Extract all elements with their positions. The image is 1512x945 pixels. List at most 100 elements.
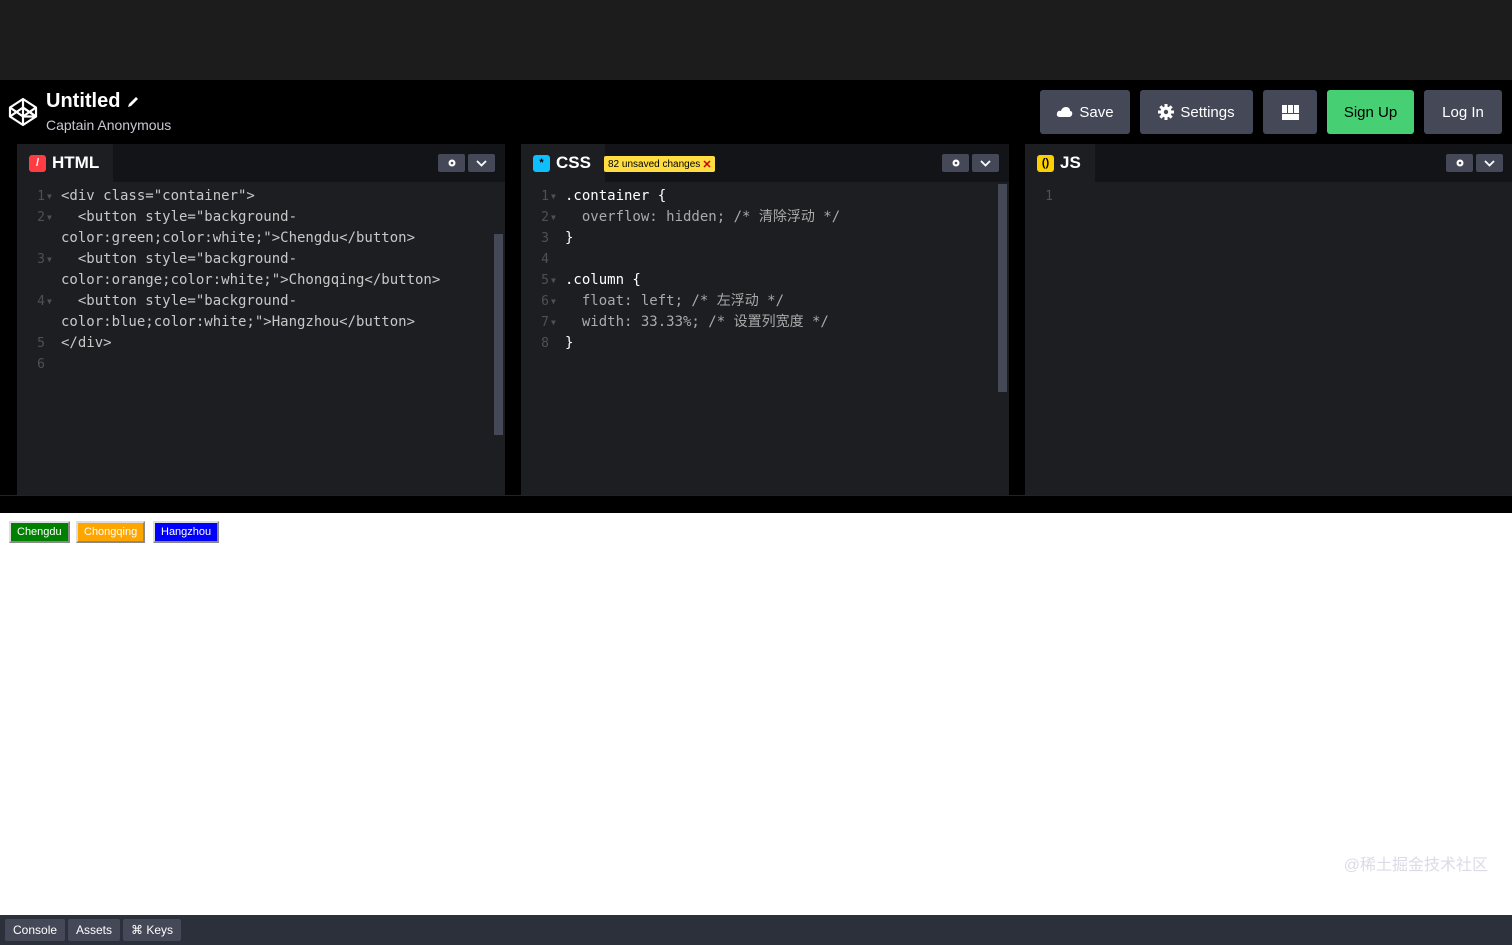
js-panel-header: () JS: [1025, 144, 1512, 182]
js-panel-label: JS: [1060, 153, 1081, 172]
css-panel-label: CSS: [556, 153, 591, 172]
code-line: 2 ▼ overflow: hidden; /* 清除浮动 */: [521, 207, 1009, 228]
log-in-button[interactable]: Log In: [1424, 90, 1502, 134]
close-icon[interactable]: [703, 160, 711, 168]
pen-title[interactable]: Untitled: [46, 90, 140, 113]
keys-button[interactable]: ⌘ Keys: [123, 919, 182, 941]
html-scrollbar[interactable]: [494, 234, 503, 435]
line-number: 3: [37, 252, 45, 267]
fold-arrow-icon[interactable]: ▼: [47, 207, 52, 228]
css-code-editor[interactable]: 1 ▼ .container { 2 ▼ overflow: hidden; /* 清…: [521, 186, 1009, 354]
code-line: 3 ▼ <button style="background-: [17, 249, 505, 270]
line-number: 5: [541, 273, 549, 288]
gear-icon: [952, 159, 959, 167]
js-collapse-button[interactable]: [1476, 154, 1503, 172]
css-scrollbar[interactable]: [998, 184, 1007, 392]
js-settings-button[interactable]: [1446, 154, 1473, 172]
code-text: <button style="background-: [61, 293, 298, 309]
line-number: 4: [37, 294, 45, 309]
browser-top-band: [0, 0, 1512, 80]
result-preview: Chengdu Chongqing Hangzhou @稀土掘金技术社区: [0, 513, 1512, 915]
js-code-editor[interactable]: 1: [1025, 186, 1512, 207]
save-button-label: Save: [1079, 103, 1114, 121]
line-number: 5: [37, 336, 45, 351]
code-line: 5 </div>: [17, 333, 505, 354]
code-line: 7 ▼ width: 33.33%; /* 设置列宽度 */: [521, 312, 1009, 333]
fold-arrow-icon[interactable]: ▼: [551, 291, 556, 312]
code-line: color:green;color:white;">Chengdu</butto…: [17, 228, 505, 249]
preview-button-chengdu[interactable]: Chengdu: [9, 521, 70, 543]
code-text: .container {: [565, 188, 667, 204]
codepen-logo-icon[interactable]: [8, 97, 38, 127]
html-collapse-button[interactable]: [468, 154, 495, 172]
line-number: 4: [541, 252, 549, 267]
css-asterisk-icon: *: [533, 154, 550, 172]
assets-button[interactable]: Assets: [68, 919, 121, 941]
css-panel-tab[interactable]: * CSS: [521, 144, 605, 182]
fold-arrow-icon[interactable]: ▼: [551, 186, 556, 207]
html-panel-header: / HTML: [17, 144, 505, 182]
line-number: 8: [541, 336, 549, 351]
preview-button-chongqing[interactable]: Chongqing: [76, 521, 146, 543]
app-header: Untitled Captain Anonymous Save Settings…: [0, 80, 1512, 144]
preview-resize-bar[interactable]: [0, 495, 1512, 513]
css-collapse-button[interactable]: [972, 154, 999, 172]
pen-title-text: Untitled: [46, 90, 121, 112]
code-text: </div>: [61, 335, 112, 351]
sign-up-button[interactable]: Sign Up: [1327, 90, 1414, 134]
cloud-icon: [1057, 107, 1073, 117]
code-line: 5 ▼ .column {: [521, 270, 1009, 291]
code-text: .column {: [565, 272, 641, 288]
chevron-down-icon: [1484, 159, 1495, 167]
fold-arrow-icon[interactable]: ▼: [47, 186, 52, 207]
change-view-button[interactable]: [1263, 90, 1317, 134]
preview-button-hangzhou[interactable]: Hangzhou: [153, 521, 220, 543]
html-code-editor[interactable]: 1 ▼ <div class="container"> 2 ▼ <button sty…: [17, 186, 505, 375]
code-text: width: 33.33%; /* 设置列宽度 */: [565, 314, 829, 330]
code-text: <div class="container">: [61, 188, 255, 204]
code-text: <button style="background-: [61, 209, 298, 225]
code-text: <button style="background-: [61, 251, 298, 267]
code-line: color:orange;color:white;">Chongqing</bu…: [17, 270, 505, 291]
code-text: }: [565, 230, 574, 246]
code-line: 4: [521, 249, 1009, 270]
editor-panels: / HTML 1 ▼ <div class="container"> 2 ▼ <but…: [0, 144, 1512, 495]
code-text: float: left; /* 左浮动 */: [565, 293, 785, 309]
line-number: 7: [541, 315, 549, 330]
chevron-down-icon: [980, 159, 991, 167]
line-number: 2: [541, 210, 549, 225]
line-number: 6: [541, 294, 549, 309]
code-text: color:orange;color:white;">Chongqing</bu…: [61, 272, 441, 288]
code-line: 2 ▼ <button style="background-: [17, 207, 505, 228]
js-braces-icon: (): [1037, 154, 1054, 172]
html-panel-label: HTML: [52, 153, 100, 172]
unsaved-changes-badge[interactable]: 82 unsaved changes: [604, 156, 716, 172]
html-panel-tab[interactable]: / HTML: [17, 144, 114, 182]
fold-arrow-icon[interactable]: ▼: [551, 207, 556, 228]
fold-arrow-icon[interactable]: ▼: [551, 270, 556, 291]
fold-arrow-icon[interactable]: ▼: [551, 312, 556, 333]
layout-grid-icon: [1281, 104, 1299, 120]
css-editor-panel: * CSS 82 unsaved changes 1 ▼ .container { …: [521, 144, 1009, 495]
code-line: 8}: [521, 333, 1009, 354]
watermark-text: @稀土掘金技术社区: [1343, 857, 1488, 874]
html-settings-button[interactable]: [438, 154, 465, 172]
css-settings-button[interactable]: [942, 154, 969, 172]
code-line: 4 ▼ <button style="background-: [17, 291, 505, 312]
settings-button[interactable]: Settings: [1140, 90, 1253, 134]
code-line: 6 ▼ float: left; /* 左浮动 */: [521, 291, 1009, 312]
js-panel-tab[interactable]: () JS: [1025, 144, 1095, 182]
line-number: 1: [1045, 189, 1053, 204]
edit-pencil-icon[interactable]: [126, 95, 140, 109]
line-number: 2: [37, 210, 45, 225]
fold-arrow-icon[interactable]: ▼: [47, 249, 52, 270]
fold-arrow-icon[interactable]: ▼: [47, 291, 52, 312]
console-button[interactable]: Console: [5, 919, 66, 941]
code-line: 1 ▼ <div class="container">: [17, 186, 505, 207]
code-text: overflow: hidden; /* 清除浮动 */: [565, 209, 841, 225]
save-button[interactable]: Save: [1040, 90, 1130, 134]
code-line: 1: [1025, 186, 1512, 207]
settings-button-label: Settings: [1180, 103, 1235, 121]
footer-bar: Console Assets ⌘ Keys: [0, 915, 1512, 945]
line-number: 1: [541, 189, 549, 204]
